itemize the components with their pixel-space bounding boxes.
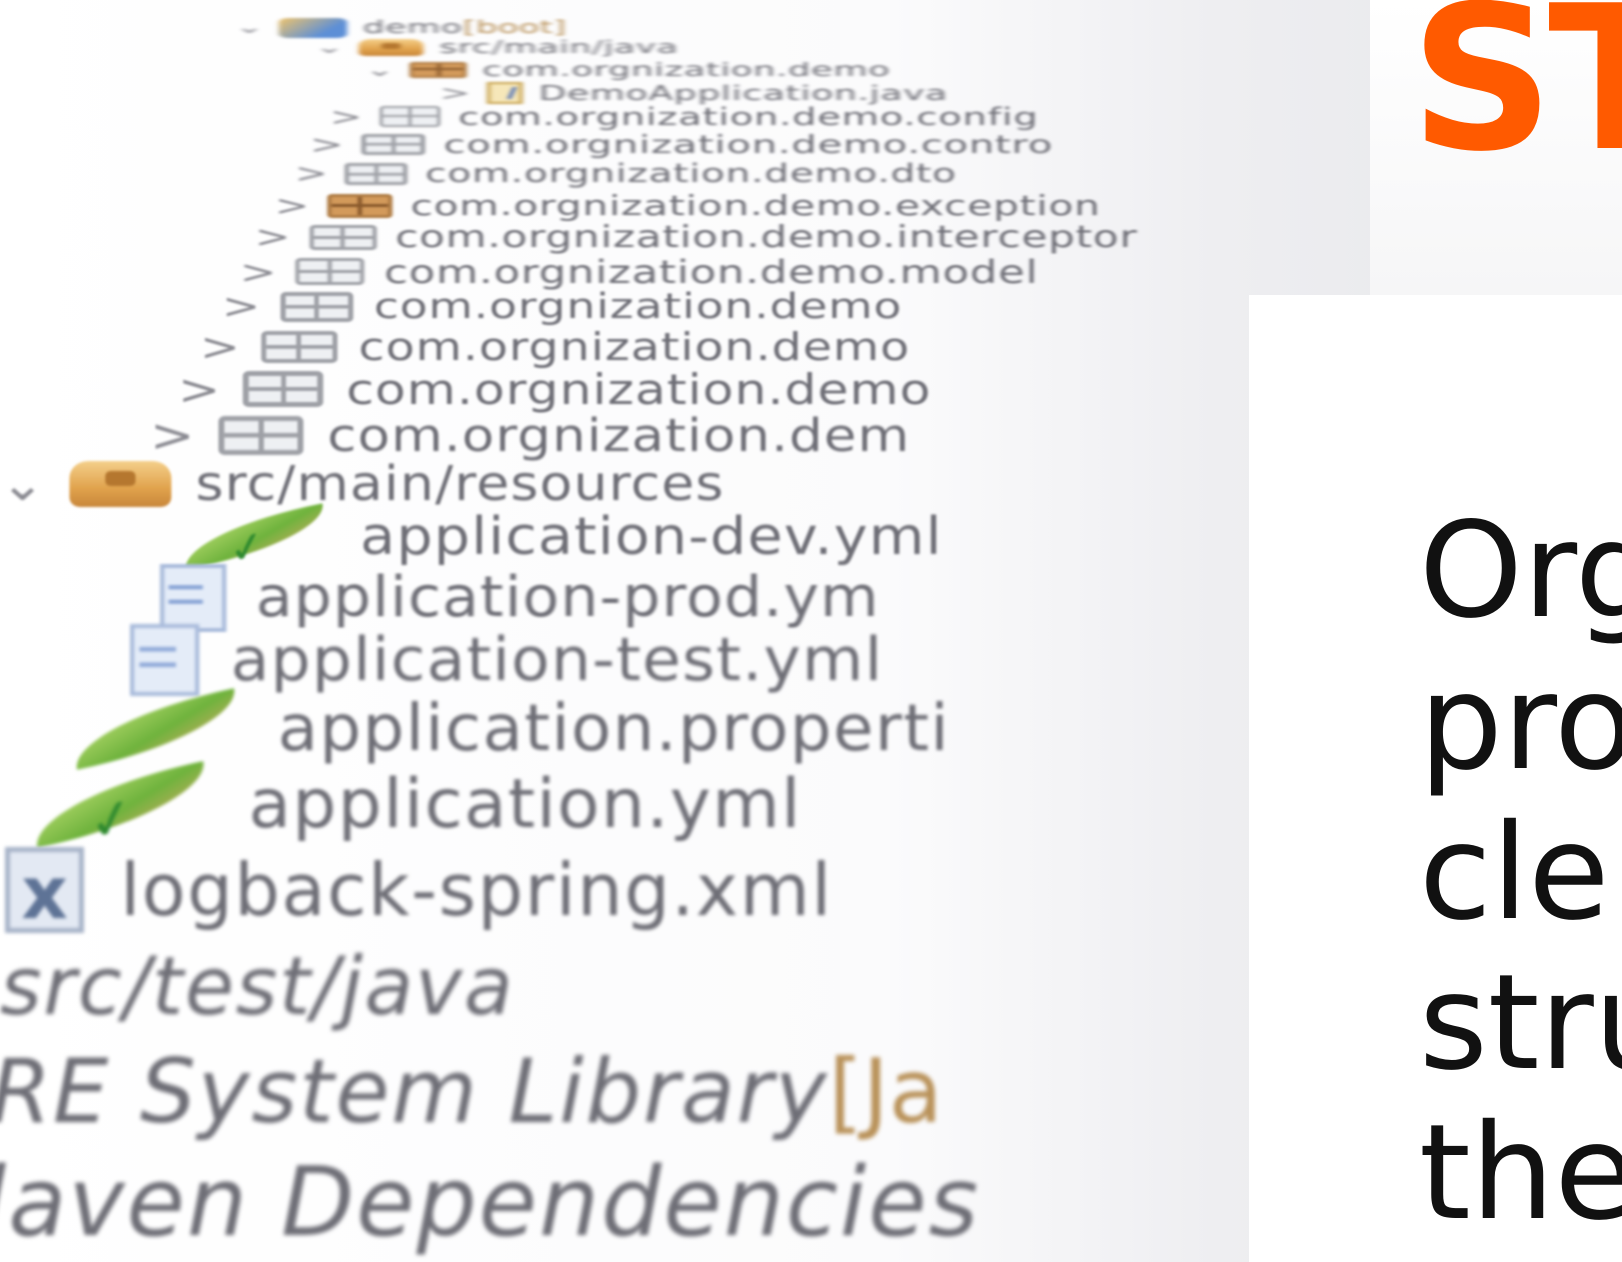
description-line: Org xyxy=(1419,494,1622,648)
spring-boot-icon xyxy=(26,761,214,849)
tree-item-label: com.orgnization.dem xyxy=(327,409,911,462)
expand-chevron-icon[interactable]: > xyxy=(240,253,276,291)
heading-title: ST xyxy=(1410,0,1622,196)
tree-item-label: application.properti xyxy=(277,691,951,766)
description-line: pro xyxy=(1419,646,1622,800)
tree-item-label: application-test.yml xyxy=(230,625,884,695)
collapse-chevron-icon[interactable]: ⌄ xyxy=(235,17,264,38)
main-package-icon xyxy=(327,193,393,218)
tree-item-label: com.orgnization.demo xyxy=(482,58,891,81)
description-line: cle xyxy=(1419,796,1610,950)
tree-item-app-properties[interactable]: application.properti xyxy=(66,687,951,770)
package-icon xyxy=(379,106,441,127)
spring-boot-icon xyxy=(177,503,332,570)
expand-chevron-icon[interactable]: > xyxy=(255,220,290,255)
tree-item-pkg-b[interactable]: > com.orgnization.demo xyxy=(200,325,910,369)
collapse-chevron-icon[interactable]: ⌄ xyxy=(365,59,394,81)
expand-chevron-icon[interactable]: > xyxy=(222,287,260,327)
tree-item-label: com.orgnization.demo.dto xyxy=(425,159,957,190)
tree-item-label: logback-spring.xml xyxy=(120,847,833,932)
expand-chevron-icon[interactable]: > xyxy=(200,325,240,369)
tree-item-decoration: [boot] xyxy=(462,17,567,39)
tree-item-pkg-d[interactable]: > com.orgnization.dem xyxy=(150,409,910,462)
tree-item-app-yml[interactable]: application.yml xyxy=(26,761,802,849)
collapse-chevron-icon[interactable]: ⌄ xyxy=(0,456,45,512)
tree-item-label: DemoApplication.java xyxy=(538,81,948,105)
package-icon xyxy=(361,133,426,156)
package-icon xyxy=(218,416,304,455)
tree-item-label: application-prod.ym xyxy=(255,565,880,631)
tree-item-maven-deps[interactable]: laven Dependencies xyxy=(0,1148,980,1258)
source-folder-icon xyxy=(359,39,425,57)
slide: ⌄ demo [boot] ⌄ src/main/java ⌄ com.orgnizati… xyxy=(0,0,1622,1262)
tree-item-decoration: [Ja xyxy=(828,1040,943,1144)
tree-item-app-test-yml[interactable]: application-test.yml xyxy=(130,624,883,696)
package-icon xyxy=(242,371,324,408)
text-file-icon xyxy=(160,564,226,632)
tree-item-app-dev-yml[interactable]: application-dev.yml xyxy=(177,503,943,570)
tree-item-label: com.orgnization.demo.config xyxy=(458,102,1039,131)
expand-chevron-icon[interactable]: > xyxy=(295,159,328,189)
tree-item-pkg-exception[interactable]: > com.orgnization.demo.exception xyxy=(275,189,1101,222)
tree-item-label: demo xyxy=(362,17,463,39)
package-icon xyxy=(280,292,354,322)
tree-item-label: com.orgnization.demo.contro xyxy=(443,130,1054,159)
tree-item-pkg-dto[interactable]: > com.orgnization.demo.dto xyxy=(295,159,957,189)
spring-leaf-icon xyxy=(66,687,245,770)
tree-item-app-prod-yml[interactable]: application-prod.ym xyxy=(160,564,880,632)
main-package-icon xyxy=(410,61,467,78)
tree-item-label: src/main/resources xyxy=(195,456,725,513)
tree-item-logback-xml[interactable]: x logback-spring.xml xyxy=(5,846,833,934)
tree-item-src-test-java[interactable]: src/test/java xyxy=(0,940,515,1033)
text-file-icon xyxy=(130,624,200,696)
package-icon xyxy=(261,331,338,364)
tree-item-demo-application[interactable]: > DemoApplication.java xyxy=(440,81,948,105)
tree-item-pkg-controller[interactable]: > com.orgnization.demo.contro xyxy=(310,130,1053,159)
tree-item-label: com.orgnization.demo xyxy=(358,325,911,370)
collapse-chevron-icon[interactable]: ⌄ xyxy=(315,37,344,58)
tree-item-label: src/test/java xyxy=(0,940,515,1033)
tree-item-label: src/main/java xyxy=(439,37,679,59)
expand-chevron-icon[interactable]: > xyxy=(440,81,470,105)
tree-item-src-main-resources[interactable]: ⌄ src/main/resources xyxy=(0,456,724,512)
expand-chevron-icon[interactable]: > xyxy=(150,409,195,462)
expand-chevron-icon[interactable]: > xyxy=(330,103,362,131)
package-icon xyxy=(345,163,408,186)
tree-item-label: application.yml xyxy=(248,765,802,845)
tree-item-src-main-java[interactable]: ⌄ src/main/java xyxy=(315,37,678,58)
description-line: the xyxy=(1419,1096,1622,1250)
description-card: Org pro cle stru the xyxy=(1249,295,1622,1262)
source-folder-icon xyxy=(69,461,172,507)
expand-chevron-icon[interactable]: > xyxy=(275,189,309,222)
tree-item-pkg-demo[interactable]: ⌄ com.orgnization.demo xyxy=(365,59,890,81)
tree-item-jre-library[interactable]: RE System Library [Ja xyxy=(0,1040,943,1143)
xml-file-icon: x xyxy=(5,846,85,934)
expand-chevron-icon[interactable]: > xyxy=(178,365,220,414)
expand-chevron-icon[interactable]: > xyxy=(310,130,344,159)
tree-item-label: com.orgnization.demo xyxy=(373,287,903,327)
tree-item-label: com.orgnization.demo xyxy=(346,364,932,414)
tree-item-pkg-config[interactable]: > com.orgnization.demo.config xyxy=(330,103,1039,131)
description-line: stru xyxy=(1419,946,1622,1100)
tree-item-pkg-a[interactable]: > com.orgnization.demo xyxy=(222,287,902,327)
package-icon xyxy=(309,224,377,251)
tree-item-pkg-interceptor[interactable]: > com.orgnization.demo.interceptor xyxy=(255,220,1138,255)
tree-item-label: application-dev.yml xyxy=(360,506,943,567)
package-icon xyxy=(295,258,365,286)
tree-item-label: com.orgnization.demo.interceptor xyxy=(395,220,1138,255)
heading-area: ST xyxy=(1370,0,1622,295)
tree-item-label: RE System Library xyxy=(0,1040,829,1144)
tree-item-label: laven Dependencies xyxy=(0,1148,980,1258)
project-icon xyxy=(279,17,348,38)
tree-item-label: com.orgnization.demo.exception xyxy=(410,189,1101,223)
tree-item-project[interactable]: ⌄ demo [boot] xyxy=(235,17,566,38)
tree-item-pkg-model[interactable]: > com.orgnization.demo.model xyxy=(240,253,1038,291)
tree-item-label: com.orgnization.demo.model xyxy=(384,252,1039,291)
tree-item-pkg-c[interactable]: > com.orgnization.demo xyxy=(178,365,931,414)
java-file-icon xyxy=(486,82,523,104)
